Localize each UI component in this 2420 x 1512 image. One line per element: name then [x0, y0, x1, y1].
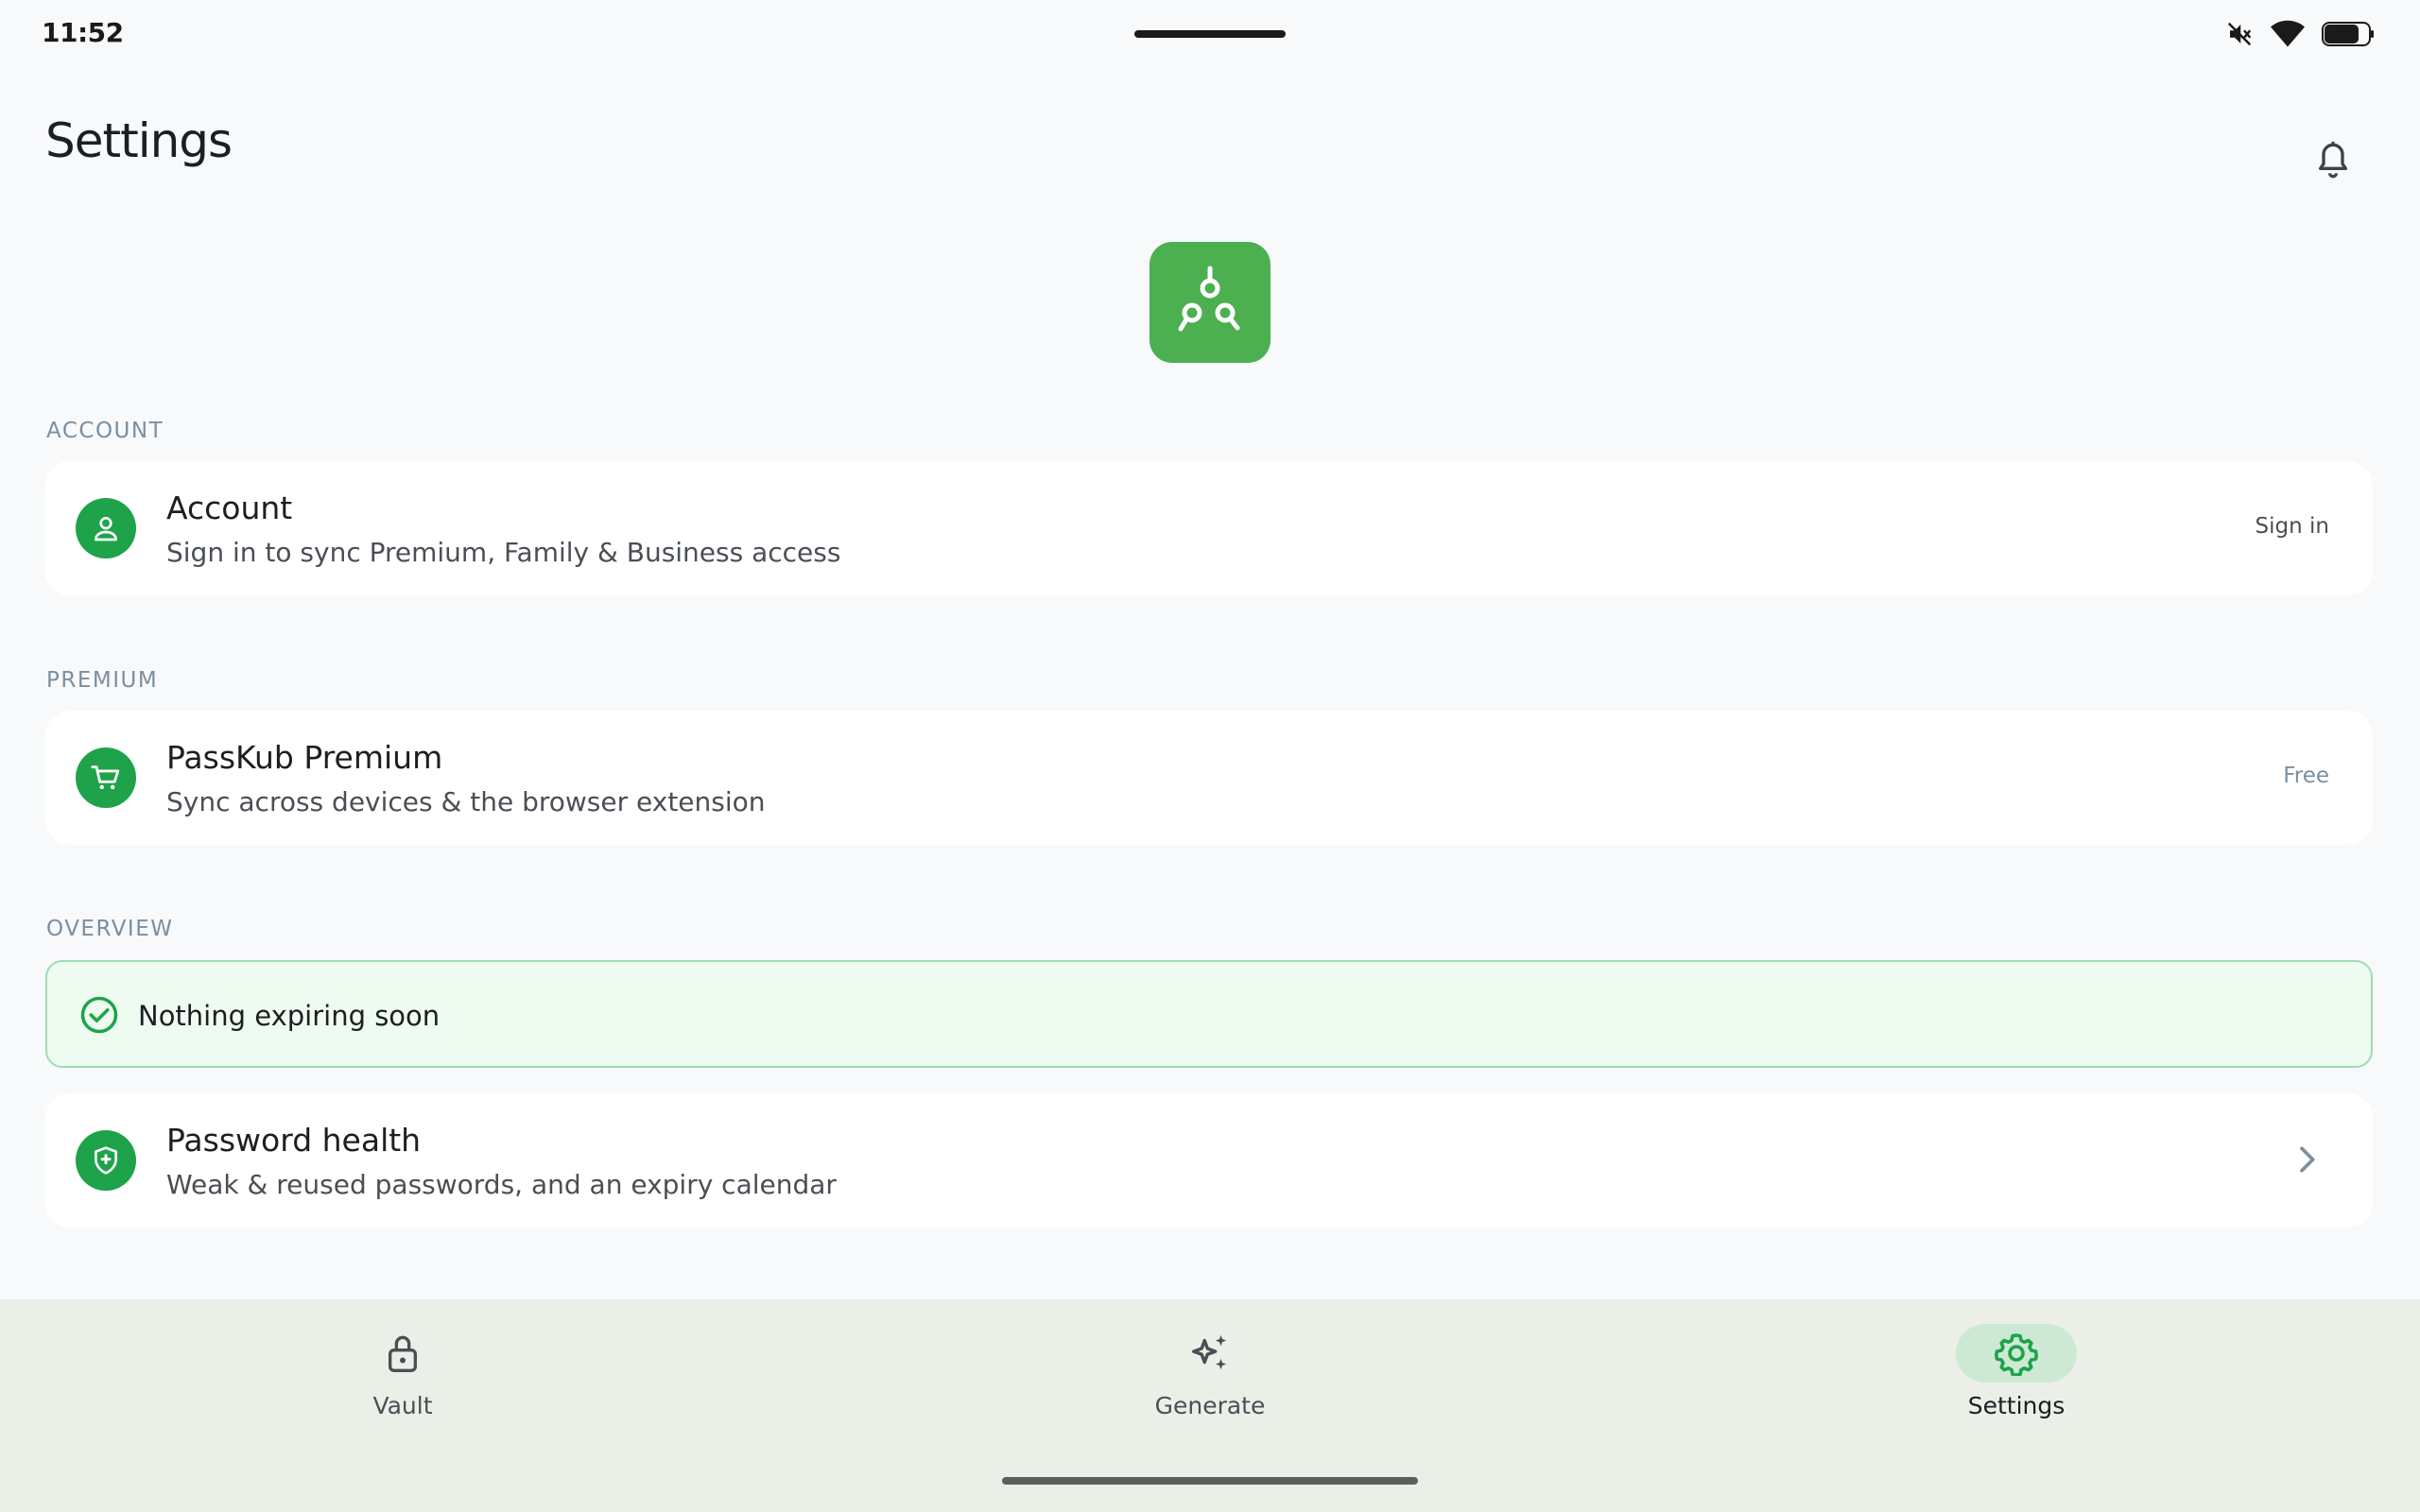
- expiry-notice: Nothing expiring soon: [45, 960, 2373, 1068]
- cart-icon: [76, 747, 136, 808]
- status-bar: 11:52: [0, 0, 2420, 68]
- status-icons: [2225, 19, 2375, 49]
- nav-label-vault: Vault: [372, 1392, 433, 1419]
- account-subtitle: Sign in to sync Premium, Family & Busine…: [166, 537, 841, 568]
- lock-icon: [342, 1324, 463, 1383]
- status-time: 11:52: [42, 17, 124, 48]
- battery-icon: [2322, 20, 2375, 48]
- passkub-logo-icon: [1172, 263, 1248, 342]
- sign-in-link[interactable]: Sign in: [2256, 514, 2329, 539]
- password-health-title: Password health: [166, 1122, 422, 1159]
- gear-icon: [1956, 1324, 2077, 1383]
- camera-pill: [1134, 30, 1286, 38]
- sparkle-icon: [1150, 1324, 1270, 1383]
- premium-title: PassKub Premium: [166, 739, 443, 776]
- password-health-subtitle: Weak & reused passwords, and an expiry c…: [166, 1169, 837, 1200]
- notifications-button[interactable]: [2307, 136, 2360, 189]
- section-label-overview: OVERVIEW: [46, 917, 174, 941]
- section-label-account: ACCOUNT: [46, 419, 164, 443]
- settings-screen: 11:52 Settings ACCOUNT Account Sign in t…: [0, 0, 2420, 1512]
- page-title: Settings: [45, 113, 233, 168]
- premium-card[interactable]: PassKub Premium Sync across devices & th…: [45, 711, 2373, 845]
- shield-icon: [76, 1130, 136, 1191]
- nav-label-settings: Settings: [1967, 1392, 2066, 1419]
- wifi-icon: [2271, 20, 2305, 48]
- premium-status: Free: [2283, 764, 2329, 788]
- bell-icon: [2314, 140, 2352, 185]
- premium-subtitle: Sync across devices & the browser extens…: [166, 786, 766, 817]
- account-title: Account: [166, 490, 293, 526]
- nav-item-vault[interactable]: Vault: [261, 1324, 544, 1428]
- app-logo: [1150, 242, 1270, 363]
- mute-icon: [2225, 20, 2254, 48]
- check-circle-icon: [79, 995, 119, 1035]
- nav-item-settings[interactable]: Settings: [1875, 1324, 2158, 1428]
- home-indicator[interactable]: [1002, 1477, 1418, 1485]
- password-health-card[interactable]: Password health Weak & reused passwords,…: [45, 1093, 2373, 1228]
- expiry-notice-text: Nothing expiring soon: [138, 1000, 441, 1032]
- person-icon: [76, 498, 136, 558]
- nav-item-generate[interactable]: Generate: [1068, 1324, 1352, 1428]
- chevron-right-icon: [2290, 1143, 2324, 1177]
- section-label-premium: PREMIUM: [46, 668, 159, 693]
- account-card[interactable]: Account Sign in to sync Premium, Family …: [45, 461, 2373, 595]
- nav-label-generate: Generate: [1154, 1392, 1266, 1419]
